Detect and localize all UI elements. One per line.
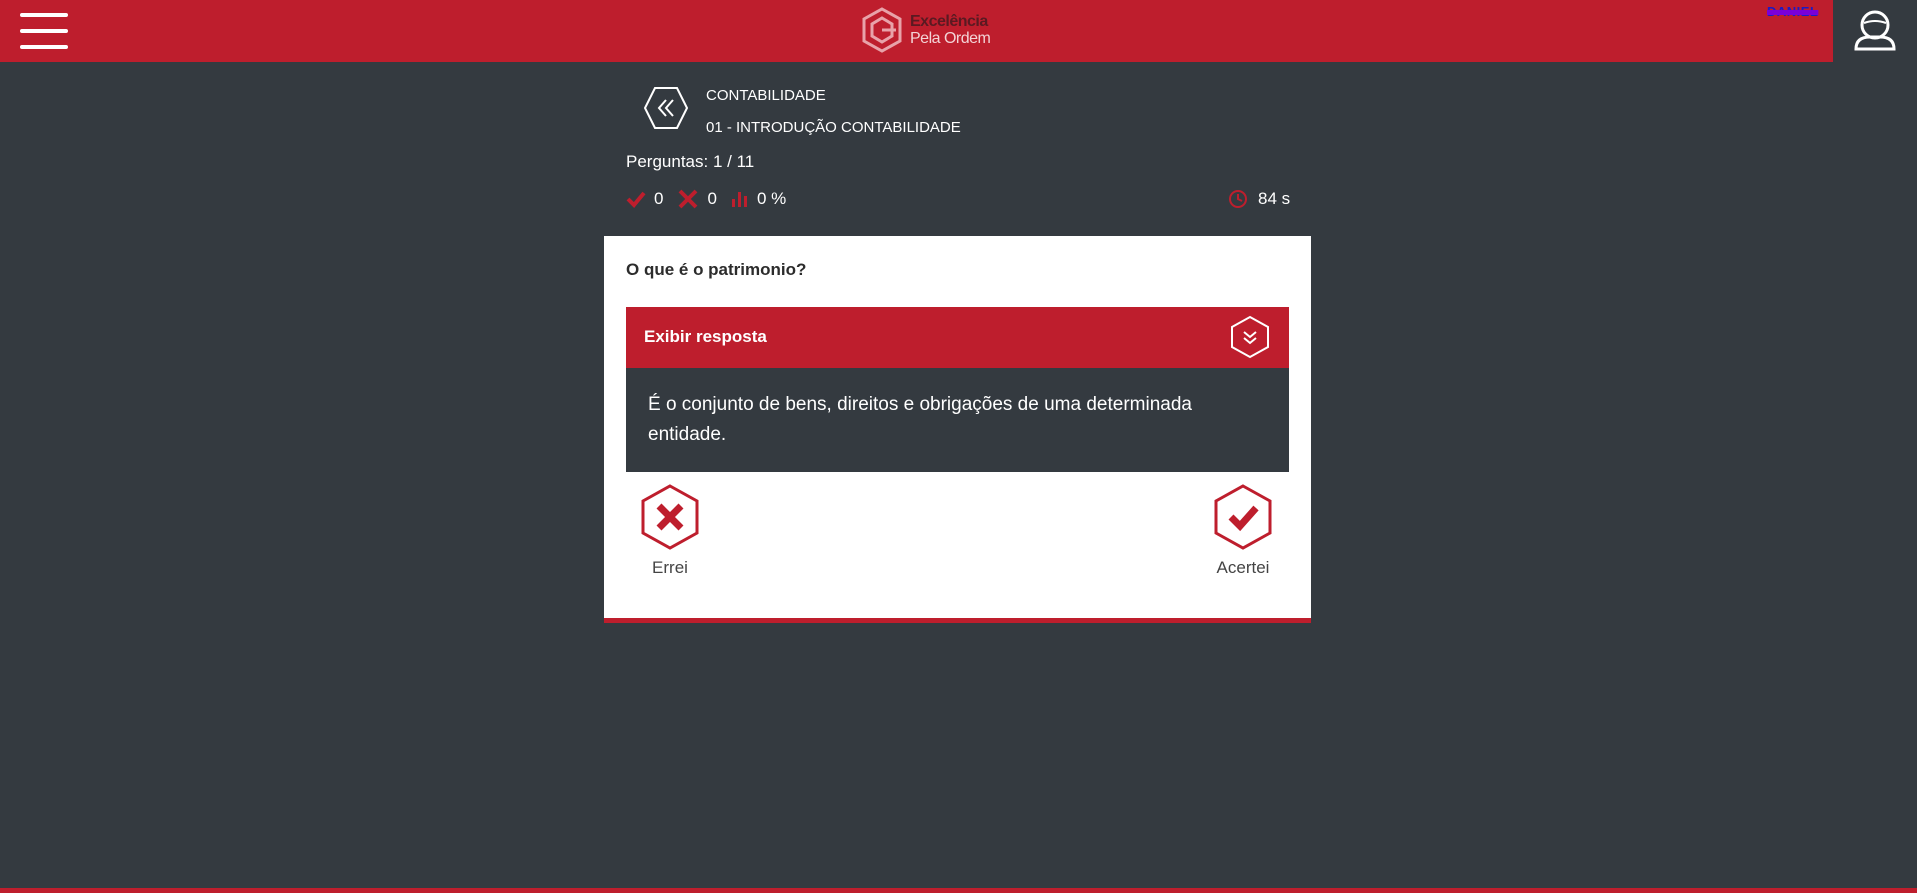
timer-value: 84 s [1258, 189, 1291, 208]
bar-chart-icon [731, 192, 747, 207]
user-name: DANIEL [1767, 4, 1819, 19]
percent-score: 0 % [756, 189, 787, 208]
user-icon [1854, 10, 1896, 51]
score-stats: 0 0 0 % [626, 185, 800, 213]
wrong-label: Errei [652, 558, 688, 577]
logo-line2: Pela Ordem [910, 30, 991, 47]
logo-icon [862, 7, 902, 53]
x-hexagon-icon [641, 484, 699, 550]
correct-count: 0 [654, 189, 664, 208]
question-text: O que é o patrimonio? [626, 260, 807, 279]
back-double-chevron-icon [657, 99, 674, 117]
brand-logo[interactable]: Excelência Pela Ordem [862, 6, 991, 54]
subject-title: CONTABILIDADE [706, 87, 826, 104]
user-menu-button[interactable] [1833, 0, 1917, 62]
top-bar: Excelência Pela Ordem DANIEL [0, 0, 1917, 62]
logo-text: Excelência Pela Ordem [910, 13, 991, 47]
correct-label: Acertei [1216, 558, 1270, 577]
answer-text: É o conjunto de bens, direitos e obrigaç… [648, 394, 1192, 445]
x-icon [679, 189, 698, 209]
check-icon [626, 191, 646, 208]
back-button[interactable] [644, 86, 688, 130]
timer: 84 s [1228, 185, 1290, 213]
menu-icon[interactable] [20, 13, 68, 49]
flashcard: O que é o patrimonio? Exibir resposta É … [604, 236, 1311, 623]
question-counter: Perguntas: 1 / 11 [626, 152, 755, 171]
bottom-accent-bar [0, 888, 1917, 893]
deck-title: 01 - INTRODUÇÃO CONTABILIDADE [706, 119, 961, 136]
clock-icon [1229, 190, 1247, 208]
show-answer-button[interactable]: Exibir resposta [626, 307, 1289, 368]
double-chevron-down-icon [1231, 315, 1269, 359]
wrong-count: 0 [707, 189, 717, 208]
logo-line1: Excelência [910, 13, 988, 30]
correct-button[interactable]: Acertei [1198, 484, 1288, 578]
show-answer-label: Exibir resposta [644, 327, 767, 346]
wrong-button[interactable]: Errei [625, 484, 715, 578]
answer-panel: É o conjunto de bens, direitos e obrigaç… [626, 368, 1289, 472]
check-hexagon-icon [1214, 484, 1272, 550]
